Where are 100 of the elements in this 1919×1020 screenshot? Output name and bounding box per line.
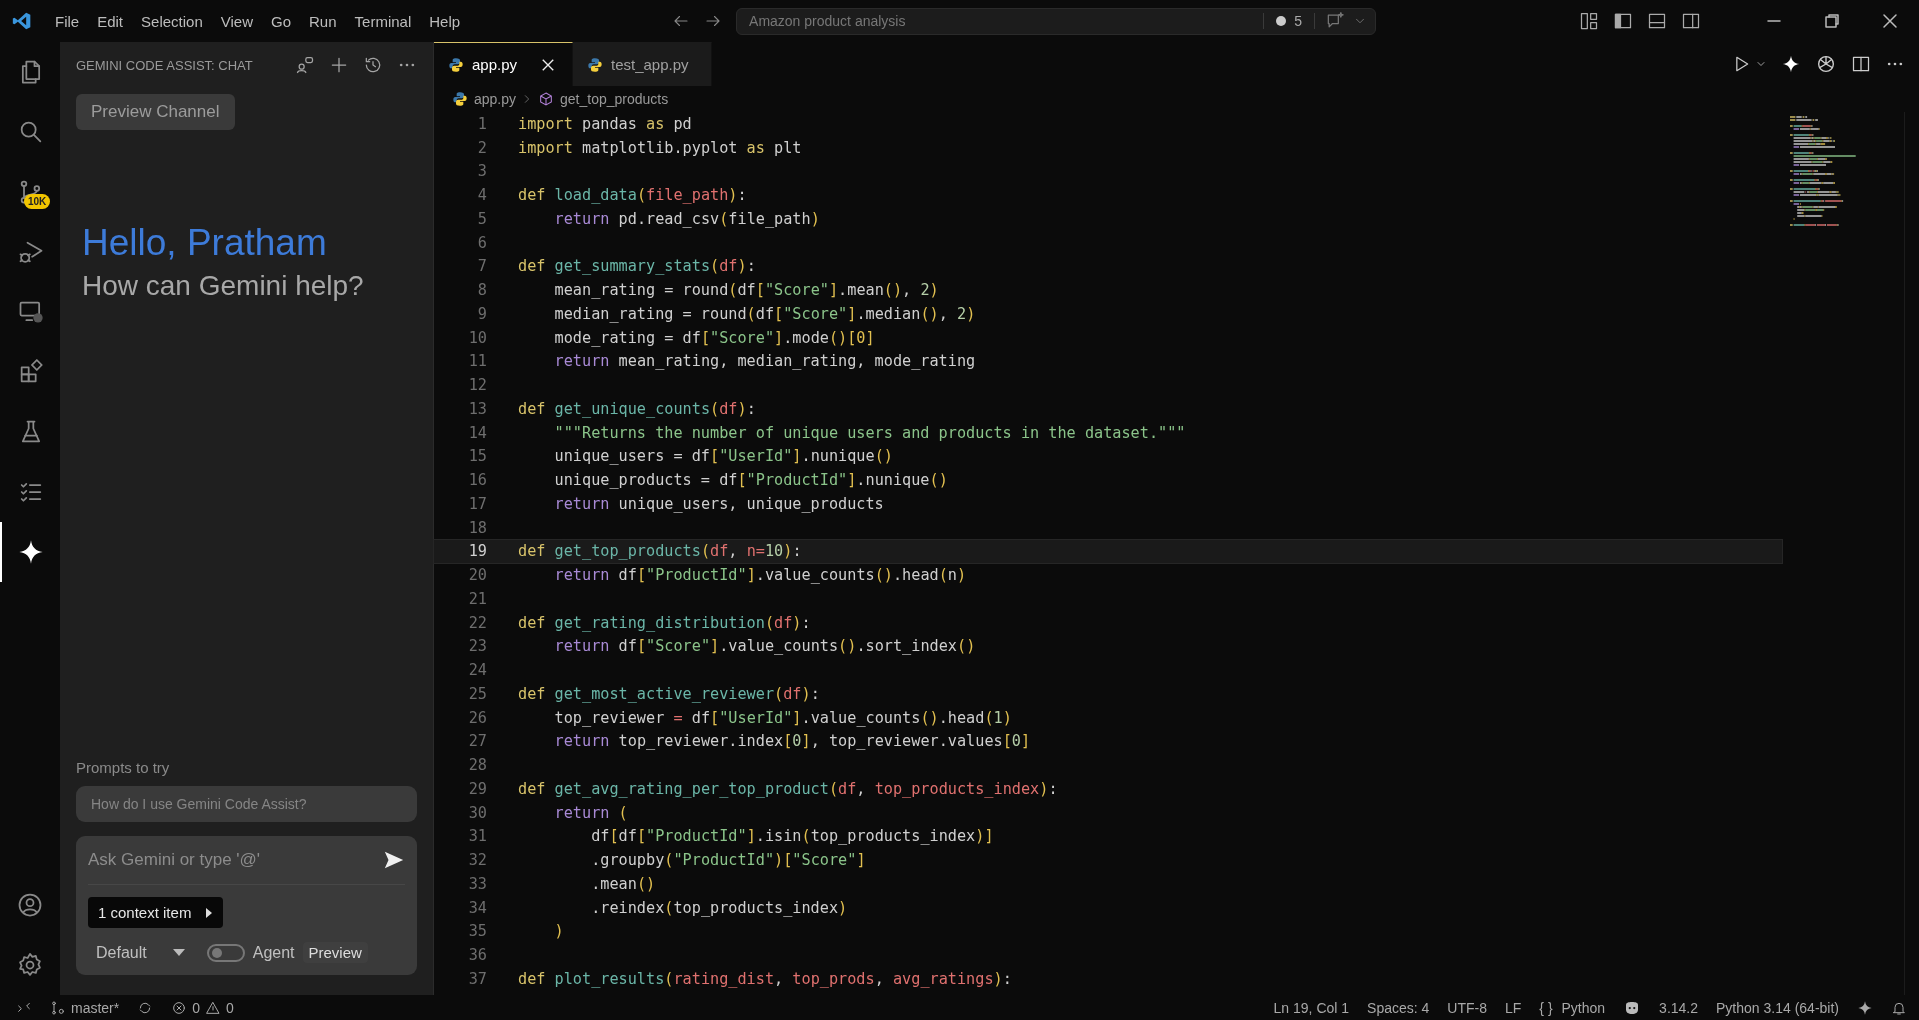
status-item[interactable]: 3.14.2 — [1659, 999, 1699, 1016]
badge: 10K — [24, 194, 51, 209]
status-item[interactable]: LF — [1505, 999, 1522, 1016]
code-line: import pandas as pd — [518, 114, 692, 133]
code-line: unique_users = df["UserId"].nunique() — [553, 447, 893, 466]
branch-icon — [50, 999, 66, 1016]
status-item[interactable]: Ln 19, Col 1 — [1273, 999, 1350, 1016]
code-line: df[df["ProductId"].isin(top_products_index)] — [590, 827, 994, 846]
line-number: 23 — [467, 637, 488, 656]
line-number: 17 — [467, 494, 488, 513]
line-number: 7 — [476, 257, 488, 276]
app-logo-icon — [12, 11, 32, 31]
account-icon[interactable] — [16, 891, 44, 919]
branch-button[interactable]: master* — [50, 999, 120, 1016]
preview-channel-button[interactable]: Preview Channel — [76, 94, 235, 130]
activity-tab[interactable]: 10K — [0, 162, 60, 222]
line-number: 12 — [467, 376, 488, 395]
code-line: return unique_users, unique_products — [553, 494, 884, 513]
sidebar-toggle-icon[interactable] — [1613, 11, 1633, 31]
menu-item[interactable]: Selection — [132, 8, 212, 34]
greeting: Hello, Pratham — [82, 222, 328, 264]
line-number: 33 — [467, 874, 488, 893]
language-button[interactable]: { } Python — [1539, 999, 1606, 1016]
code-line: unique_products = df["ProductId"].nunique() — [553, 471, 948, 490]
line-number: 14 — [467, 423, 488, 442]
split-editor-icon[interactable] — [1851, 54, 1871, 74]
line-number: 26 — [467, 708, 488, 727]
menu-item[interactable]: Edit — [88, 8, 133, 34]
interpreter-button[interactable]: Python 3.14 (64-bit) — [1716, 999, 1839, 1016]
line-number: 22 — [467, 613, 488, 632]
line-number: 35 — [467, 922, 488, 941]
breadcrumb-item[interactable]: get_top_products — [560, 91, 669, 107]
code-line: def get_unique_counts(df): — [518, 399, 756, 418]
status-item[interactable]: UTF-8 — [1447, 999, 1487, 1016]
caret-icon — [205, 907, 214, 918]
line-number: 20 — [467, 566, 488, 585]
line-number: 29 — [467, 779, 488, 798]
code-line: def get_avg_rating_per_top_product(df, top_products_index): — [518, 779, 1058, 798]
code-line: .mean() — [590, 874, 656, 893]
menu-item[interactable]: Go — [262, 8, 300, 34]
line-number: 16 — [467, 471, 488, 490]
prompts-label: Prompts to try — [76, 759, 171, 776]
status-item[interactable]: Spaces: 4 — [1367, 999, 1430, 1016]
line-number: 2 — [476, 138, 488, 157]
layout-icon[interactable] — [1579, 11, 1599, 31]
plus-icon[interactable] — [329, 55, 349, 75]
panel-toggle-icon[interactable] — [1647, 11, 1667, 31]
line-number: 34 — [467, 898, 488, 917]
breadcrumb-item[interactable]: app.py — [474, 91, 517, 107]
line-number: 8 — [476, 281, 488, 300]
code-line: def plot_results(rating_dist, top_prods, avg_ratings): — [518, 969, 1012, 988]
line-number: 13 — [467, 399, 488, 418]
python-file-icon — [448, 56, 464, 73]
close-icon[interactable] — [1882, 13, 1898, 29]
menu-item[interactable]: File — [46, 8, 89, 34]
menu-item[interactable]: Terminal — [345, 8, 421, 34]
code-line: def get_top_products(df, n=10): — [518, 542, 802, 561]
agent-label: Agent — [252, 943, 295, 962]
people-icon[interactable] — [295, 55, 315, 75]
error-icon — [171, 999, 188, 1016]
line-number: 25 — [467, 684, 488, 703]
history-icon[interactable] — [363, 55, 383, 75]
cube-icon — [538, 91, 555, 107]
code-line: ) — [553, 922, 564, 941]
caret-icon — [172, 948, 185, 957]
line-number: 5 — [476, 209, 488, 228]
line-number: 27 — [467, 732, 488, 751]
code-line: return df["ProductId"].value_counts().head(n) — [553, 566, 967, 585]
line-number: 32 — [467, 851, 488, 870]
line-number: 3 — [476, 162, 488, 181]
settings-icon[interactable] — [16, 951, 44, 979]
line-number: 30 — [467, 803, 488, 822]
code-line: """Returns the number of unique users and products in the dataset.""" — [553, 423, 1186, 442]
knot-icon[interactable] — [1815, 53, 1837, 75]
code-line: def load_data(file_path): — [518, 186, 747, 205]
code-line: .groupby("ProductId")["Score"] — [590, 851, 866, 870]
line-number: 31 — [467, 827, 488, 846]
code-line: return pd.read_csv(file_path) — [553, 209, 820, 228]
code-line: return df["Score"].value_counts().sort_index() — [553, 637, 976, 656]
editor-tab[interactable]: app.py — [434, 42, 573, 86]
code-line: .reindex(top_products_index) — [590, 898, 848, 917]
command-center-field[interactable]: Amazon product analysis 5 — [736, 7, 1377, 35]
changes-count: 5 — [1294, 13, 1303, 29]
editor-tab[interactable]: test_app.py — [573, 42, 712, 86]
restore-icon[interactable] — [1824, 13, 1840, 29]
agent-toggle[interactable] — [206, 943, 245, 962]
code-line: top_reviewer = df["UserId"].value_counts().head(1) — [553, 708, 1012, 727]
line-number: 1 — [476, 114, 488, 133]
menu-item[interactable]: Help — [420, 8, 470, 34]
context-button[interactable]: 1 context item — [88, 897, 224, 928]
problems-button[interactable]: 0 0 — [171, 999, 234, 1016]
chat-input-field[interactable]: Ask Gemini or type '@' — [88, 850, 383, 870]
menu-item[interactable]: Run — [300, 8, 346, 34]
menu-item[interactable]: View — [211, 8, 262, 34]
mode-dropdown[interactable]: Default — [96, 943, 185, 962]
close-icon[interactable] — [541, 57, 556, 72]
send-icon[interactable] — [383, 849, 405, 871]
line-number: 36 — [467, 946, 488, 965]
secondary-sidebar-icon[interactable] — [1681, 11, 1701, 31]
code-line: def get_most_active_reviewer(df): — [518, 684, 820, 703]
